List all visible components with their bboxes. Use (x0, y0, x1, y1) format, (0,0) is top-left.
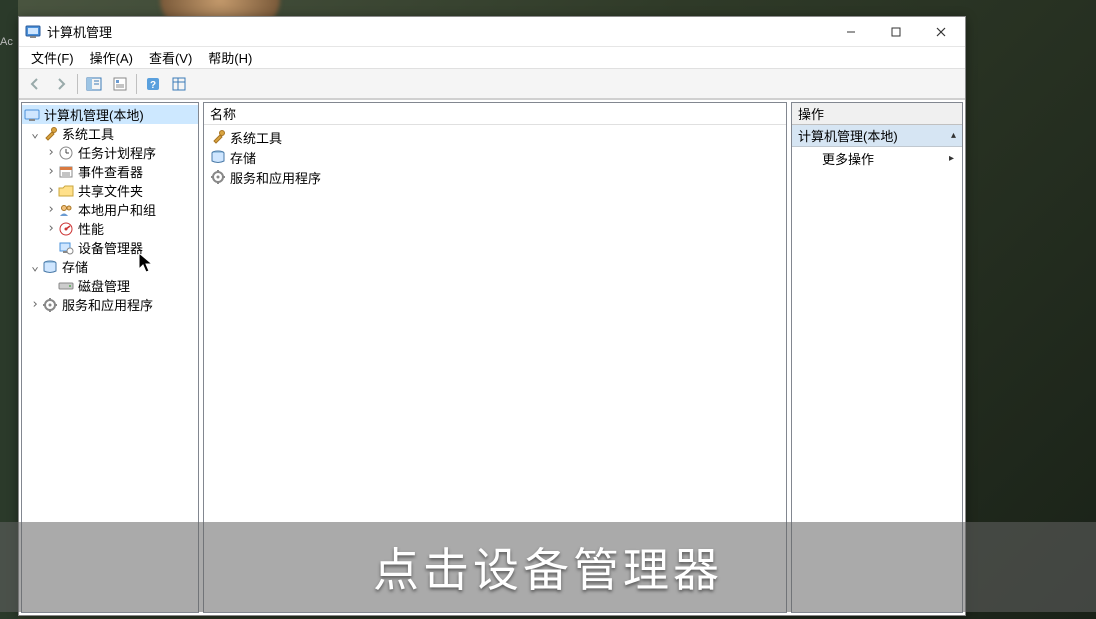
tree-label: 事件查看器 (78, 162, 143, 181)
expand-toggle[interactable]: › (44, 184, 58, 198)
actions-more[interactable]: 更多操作 ▸ (792, 147, 962, 169)
menu-action[interactable]: 操作(A) (82, 46, 141, 69)
list-item[interactable]: 服务和应用程序 (204, 167, 786, 187)
list-item[interactable]: 存储 (204, 147, 786, 167)
computer-icon (24, 107, 40, 123)
column-label: 名称 (210, 104, 236, 123)
tree-event-viewer[interactable]: › 事件查看器 (22, 162, 198, 181)
toolbar-separator (77, 74, 78, 94)
nav-forward-button[interactable] (49, 72, 73, 96)
actions-header-label: 操作 (798, 104, 824, 123)
clock-icon (58, 145, 74, 161)
properties-button[interactable] (108, 72, 132, 96)
menu-help[interactable]: 帮助(H) (200, 46, 260, 69)
titlebar[interactable]: 计算机管理 (19, 17, 965, 47)
toolbar-extra-button[interactable] (167, 72, 191, 96)
toolbar-separator (136, 74, 137, 94)
minimize-button[interactable] (828, 18, 873, 46)
expand-toggle[interactable]: › (44, 146, 58, 160)
expand-toggle[interactable]: › (44, 222, 58, 236)
list-item[interactable]: 系统工具 (204, 127, 786, 147)
svg-text:?: ? (150, 80, 156, 91)
collapse-icon[interactable]: ▴ (951, 130, 956, 141)
tree-label: 本地用户和组 (78, 200, 156, 219)
menu-view[interactable]: 查看(V) (141, 46, 200, 69)
event-icon (58, 164, 74, 180)
device-icon (58, 240, 74, 256)
actions-more-label: 更多操作 (822, 149, 874, 168)
column-header-name[interactable]: 名称 (204, 103, 786, 125)
storage-icon (42, 259, 58, 275)
nav-back-button[interactable] (23, 72, 47, 96)
close-button[interactable] (918, 18, 963, 46)
tree-task-scheduler[interactable]: › 任务计划程序 (22, 143, 198, 162)
actions-header: 操作 (792, 103, 962, 125)
services-icon (42, 297, 58, 313)
tree-label: 性能 (78, 219, 104, 238)
expand-toggle[interactable]: › (28, 298, 42, 312)
desktop-background: Ac 计算机管理 文件(F) 操作(A) 查看(V) 帮助(H) (0, 0, 1096, 619)
expand-toggle[interactable]: ⌄ (28, 260, 42, 274)
tree-label: 共享文件夹 (78, 181, 143, 200)
list-label: 存储 (230, 148, 256, 167)
tree-label: 计算机管理(本地) (44, 105, 144, 124)
caption-text: 点击设备管理器 (373, 534, 723, 600)
maximize-button[interactable] (873, 18, 918, 46)
tree-label: 设备管理器 (78, 238, 143, 257)
list-label: 系统工具 (230, 128, 282, 147)
tree-performance[interactable]: › 性能 (22, 219, 198, 238)
tree-local-users[interactable]: › 本地用户和组 (22, 200, 198, 219)
tree-storage[interactable]: ⌄ 存储 (22, 257, 198, 276)
list-label: 服务和应用程序 (230, 168, 321, 187)
tree-disk-management[interactable]: 磁盘管理 (22, 276, 198, 295)
expand-toggle[interactable]: › (44, 203, 58, 217)
window-title: 计算机管理 (47, 22, 828, 41)
tools-icon (42, 126, 58, 142)
tree-services-apps[interactable]: › 服务和应用程序 (22, 295, 198, 314)
tools-icon (210, 129, 226, 145)
actions-section[interactable]: 计算机管理(本地) ▴ (792, 125, 962, 147)
tree-shared-folders[interactable]: › 共享文件夹 (22, 181, 198, 200)
help-button[interactable]: ? (141, 72, 165, 96)
expand-toggle[interactable]: ⌄ (28, 127, 42, 141)
desktop-partial-text: Ac (0, 36, 13, 48)
tree-label: 系统工具 (62, 124, 114, 143)
tree-label: 磁盘管理 (78, 276, 130, 295)
tree-label: 服务和应用程序 (62, 295, 153, 314)
tree-system-tools[interactable]: ⌄ 系统工具 (22, 124, 198, 143)
services-icon (210, 169, 226, 185)
window-controls (828, 18, 963, 46)
menu-file[interactable]: 文件(F) (23, 46, 82, 69)
submenu-icon: ▸ (949, 153, 954, 164)
menubar: 文件(F) 操作(A) 查看(V) 帮助(H) (19, 47, 965, 69)
tree-label: 任务计划程序 (78, 143, 156, 162)
users-icon (58, 202, 74, 218)
show-hide-tree-button[interactable] (82, 72, 106, 96)
disk-icon (58, 278, 74, 294)
storage-icon (210, 149, 226, 165)
app-icon (25, 24, 41, 40)
performance-icon (58, 221, 74, 237)
tree-label: 存储 (62, 257, 88, 276)
toolbar: ? (19, 69, 965, 99)
expand-toggle[interactable]: › (44, 165, 58, 179)
tree-root[interactable]: 计算机管理(本地) (22, 105, 198, 124)
actions-section-label: 计算机管理(本地) (798, 126, 898, 145)
caption-overlay: 点击设备管理器 (0, 522, 1096, 612)
folder-shared-icon (58, 183, 74, 199)
tree-device-manager[interactable]: 设备管理器 (22, 238, 198, 257)
